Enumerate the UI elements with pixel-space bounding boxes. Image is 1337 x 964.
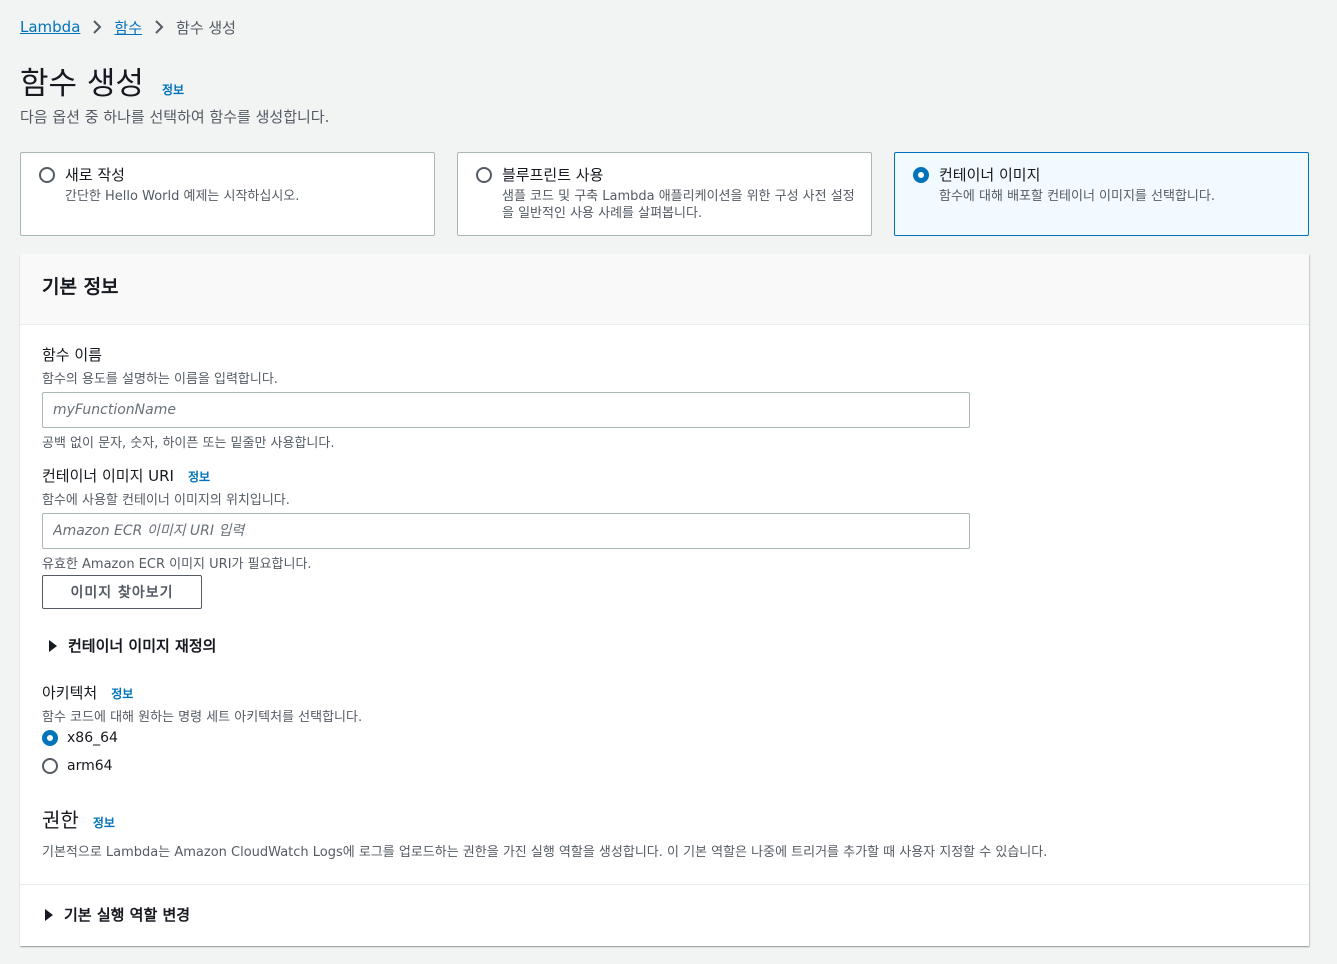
permissions-section: 권한 정보 기본적으로 Lambda는 Amazon CloudWatch Lo…: [42, 804, 1047, 860]
permissions-title: 권한: [42, 808, 79, 832]
radio-arm64[interactable]: [42, 758, 58, 774]
radio-author-from-scratch[interactable]: [39, 166, 55, 183]
architecture-field: 아키텍처 정보 함수 코드에 대해 원하는 명령 세트 아키텍처를 선택합니다.: [42, 682, 362, 725]
radio-label: x86_64: [67, 730, 118, 746]
option-label: 새로 작성: [65, 166, 125, 184]
panel-title: 기본 정보: [42, 276, 119, 298]
browse-images-button[interactable]: 이미지 찾아보기: [42, 575, 202, 609]
architecture-label: 아키텍처: [42, 684, 98, 702]
caret-right-icon: [49, 639, 57, 652]
architecture-label-row: 아키텍처 정보: [42, 682, 362, 703]
image-uri-label-row: 컨테이너 이미지 URI 정보: [42, 465, 970, 486]
architecture-option-x86[interactable]: x86_64: [42, 730, 118, 746]
container-image-overrides-expander[interactable]: 컨테이너 이미지 재정의: [48, 635, 216, 656]
chevron-right-icon: [142, 20, 176, 34]
image-uri-field: 컨테이너 이미지 URI 정보 함수에 사용할 컨테이너 이미지의 위치입니다.…: [42, 465, 970, 572]
expander-label: 컨테이너 이미지 재정의: [68, 637, 217, 655]
chevron-right-icon: [80, 20, 114, 34]
radio-container-image[interactable]: [913, 166, 929, 183]
architecture-info-link[interactable]: 정보: [111, 685, 133, 702]
radio-label: arm64: [67, 758, 113, 774]
basic-info-panel: 기본 정보 함수 이름 함수의 용도를 설명하는 이름을 입력합니다. 공백 없…: [20, 254, 1309, 946]
creation-options: 새로 작성 간단한 Hello World 예제는 시작하십시오. 블루프린트 …: [20, 152, 1309, 236]
page-header: 함수 생성 정보: [20, 58, 184, 103]
permissions-title-row: 권한 정보: [42, 804, 1047, 833]
breadcrumb-create-function: 함수 생성: [176, 18, 236, 37]
function-name-description: 함수의 용도를 설명하는 이름을 입력합니다.: [42, 372, 278, 387]
image-uri-label: 컨테이너 이미지 URI: [42, 467, 174, 485]
create-function-page: Lambda 함수 함수 생성 함수 생성 정보 다음 옵션 중 하나를 선택하…: [0, 0, 1337, 964]
page-info-link[interactable]: 정보: [162, 81, 184, 98]
option-description: 함수에 대해 배포할 컨테이너 이미지를 선택합니다.: [939, 189, 1215, 204]
radio-x86-64[interactable]: [42, 730, 58, 746]
function-name-input[interactable]: [42, 392, 970, 428]
expander-label: 기본 실행 역할 변경: [64, 906, 191, 924]
function-name-constraint: 공백 없이 문자, 숫자, 하이픈 또는 밑줄만 사용합니다.: [42, 436, 335, 451]
breadcrumb-functions[interactable]: 함수: [114, 17, 142, 38]
image-uri-input[interactable]: [42, 513, 970, 549]
permissions-info-link[interactable]: 정보: [93, 814, 115, 831]
radio-use-blueprint[interactable]: [476, 166, 492, 183]
function-name-field: 함수 이름 함수의 용도를 설명하는 이름을 입력합니다. 공백 없이 문자, …: [42, 344, 970, 451]
option-label: 블루프린트 사용: [502, 166, 604, 184]
option-label: 컨테이너 이미지: [939, 166, 1041, 184]
option-description: 간단한 Hello World 예제는 시작하십시오.: [65, 189, 300, 204]
option-use-blueprint[interactable]: 블루프린트 사용 샘플 코드 및 구축 Lambda 애플리케이션을 위한 구성…: [457, 152, 872, 236]
image-uri-constraint: 유효한 Amazon ECR 이미지 URI가 필요합니다.: [42, 557, 312, 572]
function-name-label: 함수 이름: [42, 346, 102, 364]
architecture-option-arm64[interactable]: arm64: [42, 758, 113, 774]
architecture-description: 함수 코드에 대해 원하는 명령 세트 아키텍처를 선택합니다.: [42, 710, 363, 725]
image-uri-info-link[interactable]: 정보: [188, 468, 210, 485]
permissions-description: 기본적으로 Lambda는 Amazon CloudWatch Logs에 로그…: [42, 845, 1048, 860]
change-execution-role-expander[interactable]: 기본 실행 역할 변경: [44, 904, 190, 925]
panel-header: 기본 정보: [20, 254, 1309, 325]
page-title: 함수 생성: [20, 66, 144, 102]
image-uri-description: 함수에 사용할 컨테이너 이미지의 위치입니다.: [42, 493, 290, 508]
breadcrumb: Lambda 함수 함수 생성: [20, 16, 236, 38]
panel-divider: [20, 884, 1309, 885]
option-container-image[interactable]: 컨테이너 이미지 함수에 대해 배포할 컨테이너 이미지를 선택합니다.: [894, 152, 1309, 236]
option-author-from-scratch[interactable]: 새로 작성 간단한 Hello World 예제는 시작하십시오.: [20, 152, 435, 236]
page-description: 다음 옵션 중 하나를 선택하여 함수를 생성합니다.: [20, 108, 330, 126]
caret-right-icon: [45, 908, 53, 921]
option-description: 샘플 코드 및 구축 Lambda 애플리케이션을 위한 구성 사전 설정을 일…: [502, 189, 855, 221]
breadcrumb-lambda[interactable]: Lambda: [20, 18, 80, 36]
